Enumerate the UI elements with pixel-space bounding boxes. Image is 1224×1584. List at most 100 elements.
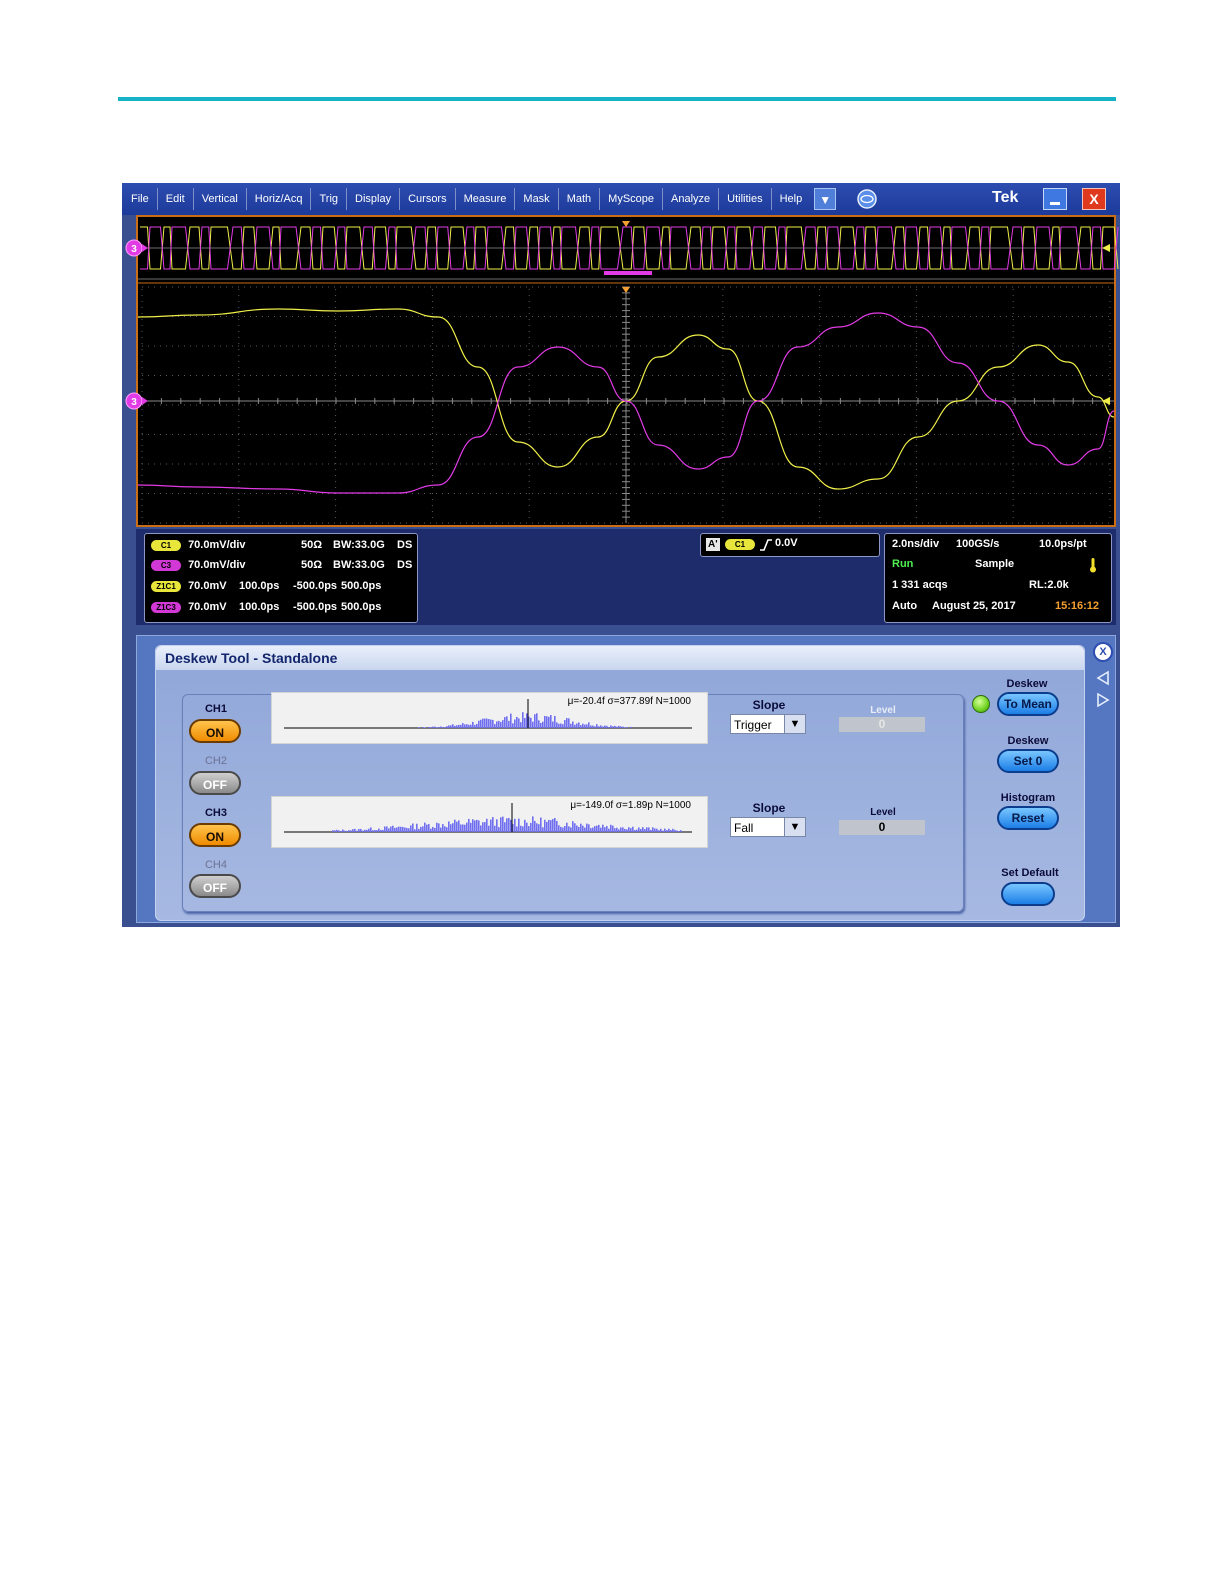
ch2-toggle-button[interactable]: OFF bbox=[189, 771, 241, 795]
set-default-button[interactable] bbox=[1001, 882, 1055, 906]
acq-count: 1 331 acqs bbox=[892, 579, 948, 591]
waveform-display[interactable]: 33 bbox=[125, 215, 1119, 527]
histogram-bar bbox=[620, 726, 622, 728]
histogram-bar bbox=[668, 828, 670, 832]
ch3-slope-label: Slope bbox=[752, 801, 786, 815]
histogram-bar bbox=[542, 721, 544, 728]
histogram-bar bbox=[538, 720, 540, 728]
histogram-bar bbox=[670, 830, 672, 832]
histogram-bar bbox=[394, 827, 396, 832]
readout-strip: C1 70.0mV/div 50Ω BW:33.0G DS C3 70.0mV/… bbox=[136, 529, 1116, 625]
histogram-bar bbox=[608, 828, 610, 832]
histogram-bar bbox=[520, 825, 522, 832]
deskew-label-2: Deskew bbox=[1007, 735, 1049, 747]
histogram-bar bbox=[498, 827, 500, 832]
histogram-bar bbox=[636, 829, 638, 832]
ch3-slope-select[interactable]: Fall ▼ bbox=[730, 817, 806, 837]
histogram-bar bbox=[422, 727, 424, 728]
histogram-bar bbox=[454, 725, 456, 728]
histogram-bar bbox=[514, 818, 516, 832]
trigger-readout[interactable]: A' C1 0.0V bbox=[700, 533, 880, 557]
histogram-bar bbox=[582, 723, 584, 728]
histogram-bar bbox=[452, 823, 454, 832]
histogram-bar bbox=[384, 826, 386, 832]
histogram-bar bbox=[564, 826, 566, 832]
histogram-bar bbox=[490, 719, 492, 728]
menu-help[interactable]: Help bbox=[772, 188, 811, 210]
histogram-bar bbox=[404, 827, 406, 832]
dropdown-arrow-button[interactable]: ▼ bbox=[814, 188, 837, 210]
histogram-bar bbox=[334, 830, 336, 832]
to-mean-button[interactable]: To Mean bbox=[997, 692, 1059, 716]
histogram-bar bbox=[596, 724, 598, 728]
close-panel-button[interactable]: X bbox=[1093, 642, 1113, 662]
menu-myscope[interactable]: MyScope bbox=[600, 188, 664, 210]
minimize-button[interactable] bbox=[1043, 188, 1067, 210]
horizontal-row-4: Auto August 25, 2017 15:16:12 bbox=[892, 597, 1106, 615]
histogram-bar bbox=[430, 828, 432, 832]
c3-bandwidth: BW:33.0G bbox=[333, 559, 385, 571]
menu-mask[interactable]: Mask bbox=[515, 188, 559, 210]
horizontal-readout-box[interactable]: 2.0ns/div 100GS/s 10.0ps/pt Run Sample 1… bbox=[884, 533, 1112, 623]
histogram-bar bbox=[424, 822, 426, 832]
ch3-level-field[interactable]: 0 bbox=[839, 820, 925, 835]
histogram-bar bbox=[580, 823, 582, 832]
menu-display[interactable]: Display bbox=[347, 188, 401, 210]
arrow-right-icon[interactable] bbox=[1096, 692, 1110, 708]
menu-trig[interactable]: Trig bbox=[311, 188, 348, 210]
histogram-bar bbox=[402, 826, 404, 832]
globe-icon[interactable] bbox=[856, 188, 878, 210]
histogram-bar bbox=[460, 724, 462, 728]
histogram-bar bbox=[410, 825, 412, 832]
menu-cursors[interactable]: Cursors bbox=[400, 188, 456, 210]
histogram-bar bbox=[578, 722, 580, 728]
trigger-position-icon bbox=[622, 221, 630, 227]
channel-readout-box[interactable]: C1 70.0mV/div 50Ω BW:33.0G DS C3 70.0mV/… bbox=[144, 533, 418, 623]
histogram-bar bbox=[440, 726, 442, 728]
histogram-bar bbox=[614, 725, 616, 728]
sample-rate: 100GS/s bbox=[956, 538, 1000, 550]
menu-analyze[interactable]: Analyze bbox=[663, 188, 720, 210]
histogram-bar bbox=[368, 828, 370, 832]
histogram-bar bbox=[602, 824, 604, 832]
close-window-button[interactable]: X bbox=[1082, 188, 1106, 210]
z1c3-t3: 500.0ps bbox=[341, 601, 382, 613]
histogram-bar bbox=[590, 828, 592, 832]
ch1-slope-value: Trigger bbox=[734, 718, 772, 732]
menu-utilities[interactable]: Utilities bbox=[719, 188, 772, 210]
arrow-left-icon[interactable] bbox=[1096, 670, 1110, 686]
histogram-bar bbox=[622, 726, 624, 728]
set0-button[interactable]: Set 0 bbox=[997, 749, 1059, 773]
histogram-bar bbox=[578, 826, 580, 832]
histogram-bar bbox=[350, 830, 352, 832]
histogram-bar bbox=[444, 826, 446, 832]
chevron-down-icon: ▼ bbox=[784, 818, 805, 836]
histogram-bar bbox=[632, 826, 634, 832]
histogram-bar bbox=[518, 718, 520, 728]
reset-histogram-button[interactable]: Reset bbox=[997, 806, 1059, 830]
histogram-bar bbox=[380, 829, 382, 832]
menu-file[interactable]: File bbox=[122, 188, 158, 210]
badge-c1: C1 bbox=[151, 539, 181, 551]
ch1-slope-select[interactable]: Trigger ▼ bbox=[730, 714, 806, 734]
histogram-bar bbox=[558, 723, 560, 728]
menu-math[interactable]: Math bbox=[559, 188, 601, 210]
ch4-toggle-button[interactable]: OFF bbox=[189, 874, 241, 898]
ch3-toggle-button[interactable]: ON bbox=[189, 823, 241, 847]
menu-vertical[interactable]: Vertical bbox=[194, 188, 247, 210]
histogram-bar bbox=[620, 827, 622, 832]
menu-edit[interactable]: Edit bbox=[158, 188, 194, 210]
histogram-bar bbox=[656, 828, 658, 832]
menu-horiz-acq[interactable]: Horiz/Acq bbox=[247, 188, 312, 210]
ch1-toggle-button[interactable]: ON bbox=[189, 719, 241, 743]
histogram-bar bbox=[680, 830, 682, 832]
histogram-bar bbox=[654, 828, 656, 832]
histogram-bar bbox=[572, 821, 574, 832]
histogram-bar bbox=[606, 725, 608, 728]
histogram-bar bbox=[530, 717, 532, 728]
menu-measure[interactable]: Measure bbox=[456, 188, 516, 210]
histogram-bar bbox=[630, 828, 632, 832]
histogram-bar bbox=[500, 817, 502, 832]
histogram-bar bbox=[472, 721, 474, 728]
trigger-mode-badge: A' bbox=[706, 538, 720, 551]
